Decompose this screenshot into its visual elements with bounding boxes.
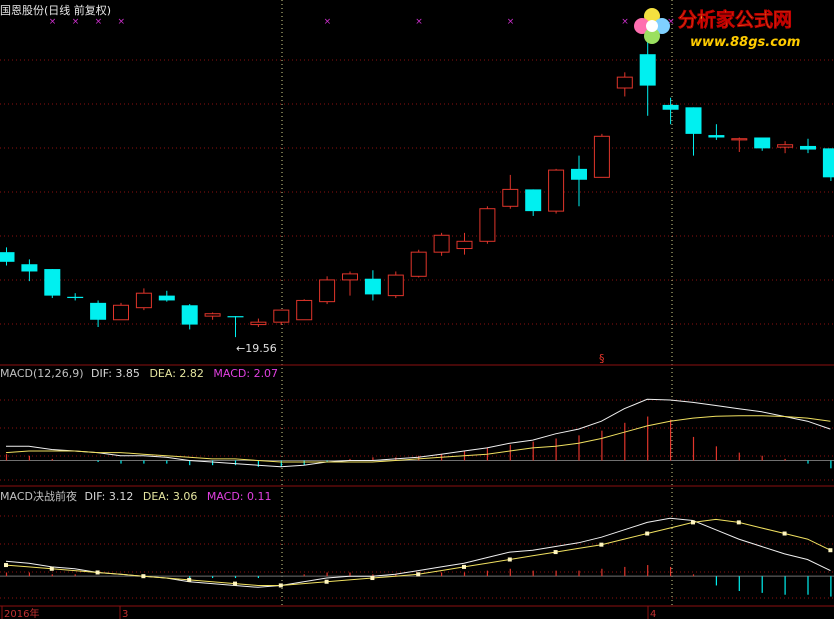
date-label: 4 bbox=[650, 609, 656, 619]
candle-body-down bbox=[90, 302, 107, 320]
s-marker: § bbox=[599, 352, 605, 365]
panel-dividers bbox=[0, 364, 834, 607]
candle-body-down bbox=[754, 137, 771, 149]
macd2-dif-label: DIF: 3.12 bbox=[84, 490, 134, 503]
dea-square-marker bbox=[645, 531, 650, 536]
candle-body-up bbox=[410, 251, 427, 277]
dea-square-marker bbox=[462, 564, 466, 569]
candle-body-up bbox=[479, 208, 496, 242]
candle-body-down bbox=[708, 135, 725, 138]
macd1-dif-label: DIF: 3.85 bbox=[91, 367, 140, 380]
dea-square-marker bbox=[691, 520, 695, 525]
candle-body-up bbox=[342, 273, 358, 281]
candle-body-down bbox=[67, 296, 84, 299]
candle-body-down bbox=[21, 264, 38, 272]
low-price-label: ←19.56 bbox=[236, 342, 277, 355]
candle-body-down bbox=[0, 252, 15, 262]
candle-body-down bbox=[639, 54, 656, 86]
dea-line bbox=[5, 415, 831, 463]
top-marker: × bbox=[507, 17, 515, 27]
flower-icon bbox=[634, 8, 670, 44]
dea-square-marker bbox=[187, 577, 192, 582]
candle-body-down bbox=[571, 168, 587, 180]
dea-square-marker bbox=[370, 576, 375, 581]
dea-square-marker bbox=[828, 548, 833, 553]
candle-body-up bbox=[616, 76, 633, 89]
top-marker: × bbox=[49, 17, 57, 27]
dea-square-marker bbox=[736, 520, 741, 525]
candle-body-up bbox=[456, 240, 473, 250]
date-label: 2016年 bbox=[4, 607, 39, 619]
candle-body-up bbox=[593, 135, 610, 178]
candle-body-down bbox=[822, 148, 834, 178]
dea-square-marker bbox=[416, 572, 421, 577]
macd2-panel bbox=[0, 515, 834, 599]
candle-body-down bbox=[662, 104, 679, 110]
top-marker: × bbox=[415, 17, 423, 27]
macd2-name: MACD决战前夜 bbox=[0, 490, 77, 503]
stock-title: 国恩股份(日线 前复权) bbox=[0, 4, 112, 17]
macd1-panel bbox=[0, 398, 834, 481]
dea-square-marker bbox=[278, 583, 283, 588]
price-candles bbox=[0, 37, 834, 338]
chart-canvas: × × × × × × × × × 2016年 3 4 ←19.56 § bbox=[0, 0, 834, 619]
macd2-macd-label: MACD: 0.11 bbox=[206, 490, 272, 503]
top-marker: × bbox=[621, 17, 629, 27]
macd1-name: MACD(12,26,9) bbox=[0, 367, 84, 380]
logo-text-1: 分析家公式网 bbox=[678, 8, 792, 31]
dea-square-marker bbox=[4, 563, 8, 568]
date-axis: 2016年 3 4 bbox=[1, 606, 656, 619]
top-marker: × bbox=[72, 17, 80, 27]
macd2-dea-label: DEA: 3.06 bbox=[142, 490, 198, 503]
candle-body-up bbox=[113, 304, 129, 321]
candle-body-up bbox=[204, 313, 221, 317]
dea-square-marker bbox=[553, 550, 558, 555]
candle-body-up bbox=[135, 292, 152, 309]
macd1-dea-label: DEA: 2.82 bbox=[149, 367, 204, 380]
candle-body-up bbox=[296, 299, 313, 321]
macd2-header: MACD决战前夜 DIF: 3.12 DEA: 3.06 MACD: 0.11 bbox=[0, 488, 278, 504]
top-marker: × bbox=[95, 17, 103, 27]
candle-body-up bbox=[502, 188, 519, 207]
candle-body-up bbox=[319, 279, 336, 303]
price-grid bbox=[0, 0, 834, 608]
candle-body-up bbox=[250, 321, 267, 326]
candle-body-down bbox=[364, 278, 381, 295]
candle-body-down bbox=[181, 305, 198, 325]
dea-square-marker bbox=[324, 579, 329, 584]
candle-body-up bbox=[387, 274, 404, 297]
macd1-header: MACD(12,26,9) DIF: 3.85 DEA: 2.82 MACD: … bbox=[0, 367, 284, 380]
dea-square-marker bbox=[95, 570, 100, 575]
date-label: 3 bbox=[122, 609, 128, 619]
candle-body-up bbox=[273, 309, 290, 323]
top-marker: × bbox=[118, 17, 126, 27]
dea-square-marker bbox=[507, 557, 512, 562]
candle-body-up bbox=[548, 169, 565, 212]
candle-body-down bbox=[44, 269, 61, 296]
top-marker: × bbox=[324, 17, 332, 27]
macd1-macd-label: MACD: 2.07 bbox=[213, 367, 279, 380]
candle-body-down bbox=[800, 145, 816, 150]
dea-square-marker bbox=[233, 581, 237, 586]
site-logo: 分析家公式网 www.88gs.com bbox=[634, 8, 800, 50]
candle-body-down bbox=[227, 316, 244, 318]
candle-body-up bbox=[433, 234, 450, 253]
dea-square-marker bbox=[49, 566, 54, 571]
candle-body-up bbox=[777, 144, 794, 148]
candle-body-up bbox=[731, 138, 748, 141]
dea-square-marker bbox=[141, 574, 146, 579]
top-markers: × × × × × × × × × bbox=[49, 17, 675, 27]
logo-text-2: www.88gs.com bbox=[690, 35, 800, 50]
dea-square-marker bbox=[782, 531, 787, 536]
candle-body-down bbox=[685, 107, 702, 134]
dea-square-marker bbox=[599, 542, 604, 547]
dif-line bbox=[5, 517, 831, 588]
candle-body-down bbox=[525, 189, 542, 212]
candle-body-down bbox=[158, 295, 175, 301]
